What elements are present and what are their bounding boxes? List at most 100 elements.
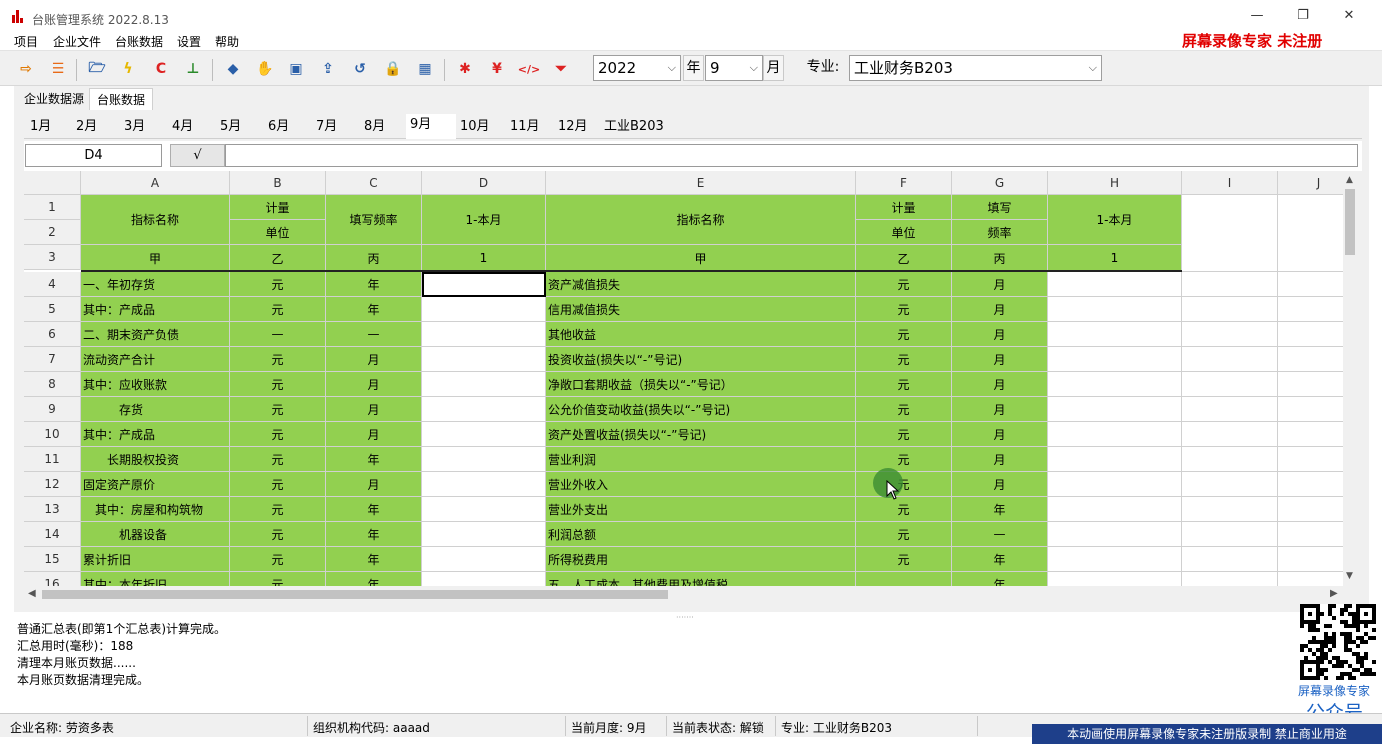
unit-cell[interactable]: 元 xyxy=(856,272,952,297)
header-code-cell[interactable]: 乙 xyxy=(230,245,326,272)
input-cell[interactable] xyxy=(1048,422,1182,447)
row-header[interactable]: 10 xyxy=(24,422,81,447)
input-cell[interactable] xyxy=(1048,497,1182,522)
frequency-cell[interactable]: 年 xyxy=(952,497,1048,522)
header-code-cell[interactable]: 甲 xyxy=(81,245,230,272)
indicator-name-cell[interactable]: 二、期末资产负债 xyxy=(81,322,230,347)
header-current-month[interactable]: 1-本月 xyxy=(1048,195,1182,245)
row-header[interactable]: 8 xyxy=(24,372,81,397)
column-header[interactable]: D xyxy=(422,171,546,195)
input-cell[interactable] xyxy=(1048,297,1182,322)
open-folder-icon[interactable]: 🗁 xyxy=(87,59,107,79)
unit-cell[interactable]: 元 xyxy=(230,347,326,372)
input-cell[interactable] xyxy=(1048,447,1182,472)
row-header[interactable]: 3 xyxy=(24,245,81,270)
tab-ledger-data[interactable]: 台账数据 xyxy=(89,88,154,110)
undo-icon[interactable]: ↺ xyxy=(350,59,370,79)
vertical-scroll-thumb[interactable] xyxy=(1345,189,1355,255)
frequency-cell[interactable]: 年 xyxy=(952,547,1048,572)
horizontal-scroll-thumb[interactable] xyxy=(42,590,668,599)
header-frequency[interactable]: 频率 xyxy=(952,220,1048,245)
unit-cell[interactable]: 元 xyxy=(230,272,326,297)
header-frequency[interactable]: 填写 xyxy=(952,195,1048,220)
input-cell[interactable] xyxy=(422,397,546,422)
lightning-icon[interactable]: ϟ xyxy=(118,59,138,79)
indicator-name-cell[interactable]: 利润总额 xyxy=(546,522,856,547)
header-unit[interactable]: 计量 xyxy=(856,195,952,220)
indicator-name-cell[interactable]: 营业利润 xyxy=(546,447,856,472)
close-button[interactable]: ✕ xyxy=(1338,6,1360,26)
header-current-month[interactable]: 1-本月 xyxy=(422,195,546,245)
input-cell[interactable] xyxy=(422,322,546,347)
indicator-name-cell[interactable]: 固定资产原价 xyxy=(81,472,230,497)
grid-cell[interactable] xyxy=(1278,547,1343,572)
grid-cell[interactable] xyxy=(1278,347,1343,372)
indicator-name-cell[interactable]: 营业外支出 xyxy=(546,497,856,522)
tab-month-10[interactable]: 10月 xyxy=(456,116,506,139)
header-indicator-name[interactable]: 指标名称 xyxy=(81,195,230,245)
scroll-up-icon[interactable]: ▲ xyxy=(1346,175,1353,185)
confirm-button[interactable]: √ xyxy=(170,144,225,167)
input-cell[interactable] xyxy=(422,372,546,397)
frequency-cell[interactable]: 月 xyxy=(952,472,1048,497)
grid-cell[interactable] xyxy=(1278,472,1343,497)
eraser-icon[interactable]: ◆ xyxy=(223,59,243,79)
unit-cell[interactable]: 元 xyxy=(230,547,326,572)
header-code-cell[interactable]: 1 xyxy=(422,245,546,272)
header-code-cell[interactable]: 1 xyxy=(1048,245,1182,272)
row-header[interactable]: 1 xyxy=(24,195,81,220)
grid-cell[interactable] xyxy=(1278,195,1343,272)
unit-cell[interactable]: 元 xyxy=(856,347,952,372)
unit-cell[interactable]: 元 xyxy=(856,422,952,447)
unit-cell[interactable]: 元 xyxy=(230,472,326,497)
input-cell[interactable] xyxy=(1048,547,1182,572)
frequency-cell[interactable]: 月 xyxy=(952,297,1048,322)
frequency-cell[interactable]: 年 xyxy=(326,297,422,322)
input-cell[interactable] xyxy=(1048,572,1182,586)
menu-company-files[interactable]: 企业文件 xyxy=(53,33,101,50)
tab-month-6[interactable]: 6月 xyxy=(264,116,312,139)
tab-month-11[interactable]: 11月 xyxy=(506,116,554,139)
frequency-cell[interactable]: — xyxy=(326,322,422,347)
grid-cell[interactable] xyxy=(1278,522,1343,547)
tab-month-7[interactable]: 7月 xyxy=(312,116,360,139)
tab-industry-b203[interactable]: 工业B203 xyxy=(600,116,670,139)
hand-icon[interactable]: ✋ xyxy=(255,59,275,79)
grid-cell[interactable] xyxy=(1182,497,1278,522)
column-header[interactable]: E xyxy=(546,171,856,195)
indicator-name-cell[interactable]: 其中：产成品 xyxy=(81,297,230,322)
header-unit[interactable]: 单位 xyxy=(230,220,326,245)
vertical-scrollbar[interactable]: ▲ ▼ xyxy=(1343,171,1357,586)
row-header[interactable]: 14 xyxy=(24,522,81,547)
year-select[interactable]: 2022 ⌵ xyxy=(593,55,681,81)
indicator-name-cell[interactable]: 投资收益(损失以“-”号记) xyxy=(546,347,856,372)
header-code-cell[interactable]: 丙 xyxy=(326,245,422,272)
grid-cell[interactable] xyxy=(1182,472,1278,497)
row-header[interactable]: 9 xyxy=(24,397,81,422)
grid-cell[interactable] xyxy=(1278,572,1343,586)
tab-month-4[interactable]: 4月 xyxy=(168,116,216,139)
unit-cell[interactable]: 元 xyxy=(856,547,952,572)
tab-month-12[interactable]: 12月 xyxy=(554,116,600,139)
indicator-name-cell[interactable]: 其中：应收账款 xyxy=(81,372,230,397)
indicator-name-cell[interactable]: 累计折旧 xyxy=(81,547,230,572)
frequency-cell[interactable]: 月 xyxy=(326,372,422,397)
unit-cell[interactable]: 元 xyxy=(230,572,326,586)
column-header[interactable]: H xyxy=(1048,171,1182,195)
unit-cell[interactable]: 元 xyxy=(856,297,952,322)
indicator-name-cell[interactable]: 其他收益 xyxy=(546,322,856,347)
row-header[interactable]: 13 xyxy=(24,497,81,522)
grid-cell[interactable] xyxy=(1278,397,1343,422)
input-cell[interactable] xyxy=(1048,372,1182,397)
row-header[interactable]: 4 xyxy=(24,272,81,297)
column-header[interactable]: B xyxy=(230,171,326,195)
grid-cell[interactable] xyxy=(1182,572,1278,586)
unit-cell[interactable]: 元 xyxy=(230,397,326,422)
tab-month-5[interactable]: 5月 xyxy=(216,116,264,139)
scroll-left-icon[interactable]: ◀ xyxy=(28,588,36,599)
upload-icon[interactable]: ⇪ xyxy=(318,59,338,79)
row-header[interactable]: 2 xyxy=(24,220,81,245)
input-cell[interactable] xyxy=(422,422,546,447)
frequency-cell[interactable]: 年 xyxy=(326,497,422,522)
code-icon[interactable]: </> xyxy=(518,59,540,79)
